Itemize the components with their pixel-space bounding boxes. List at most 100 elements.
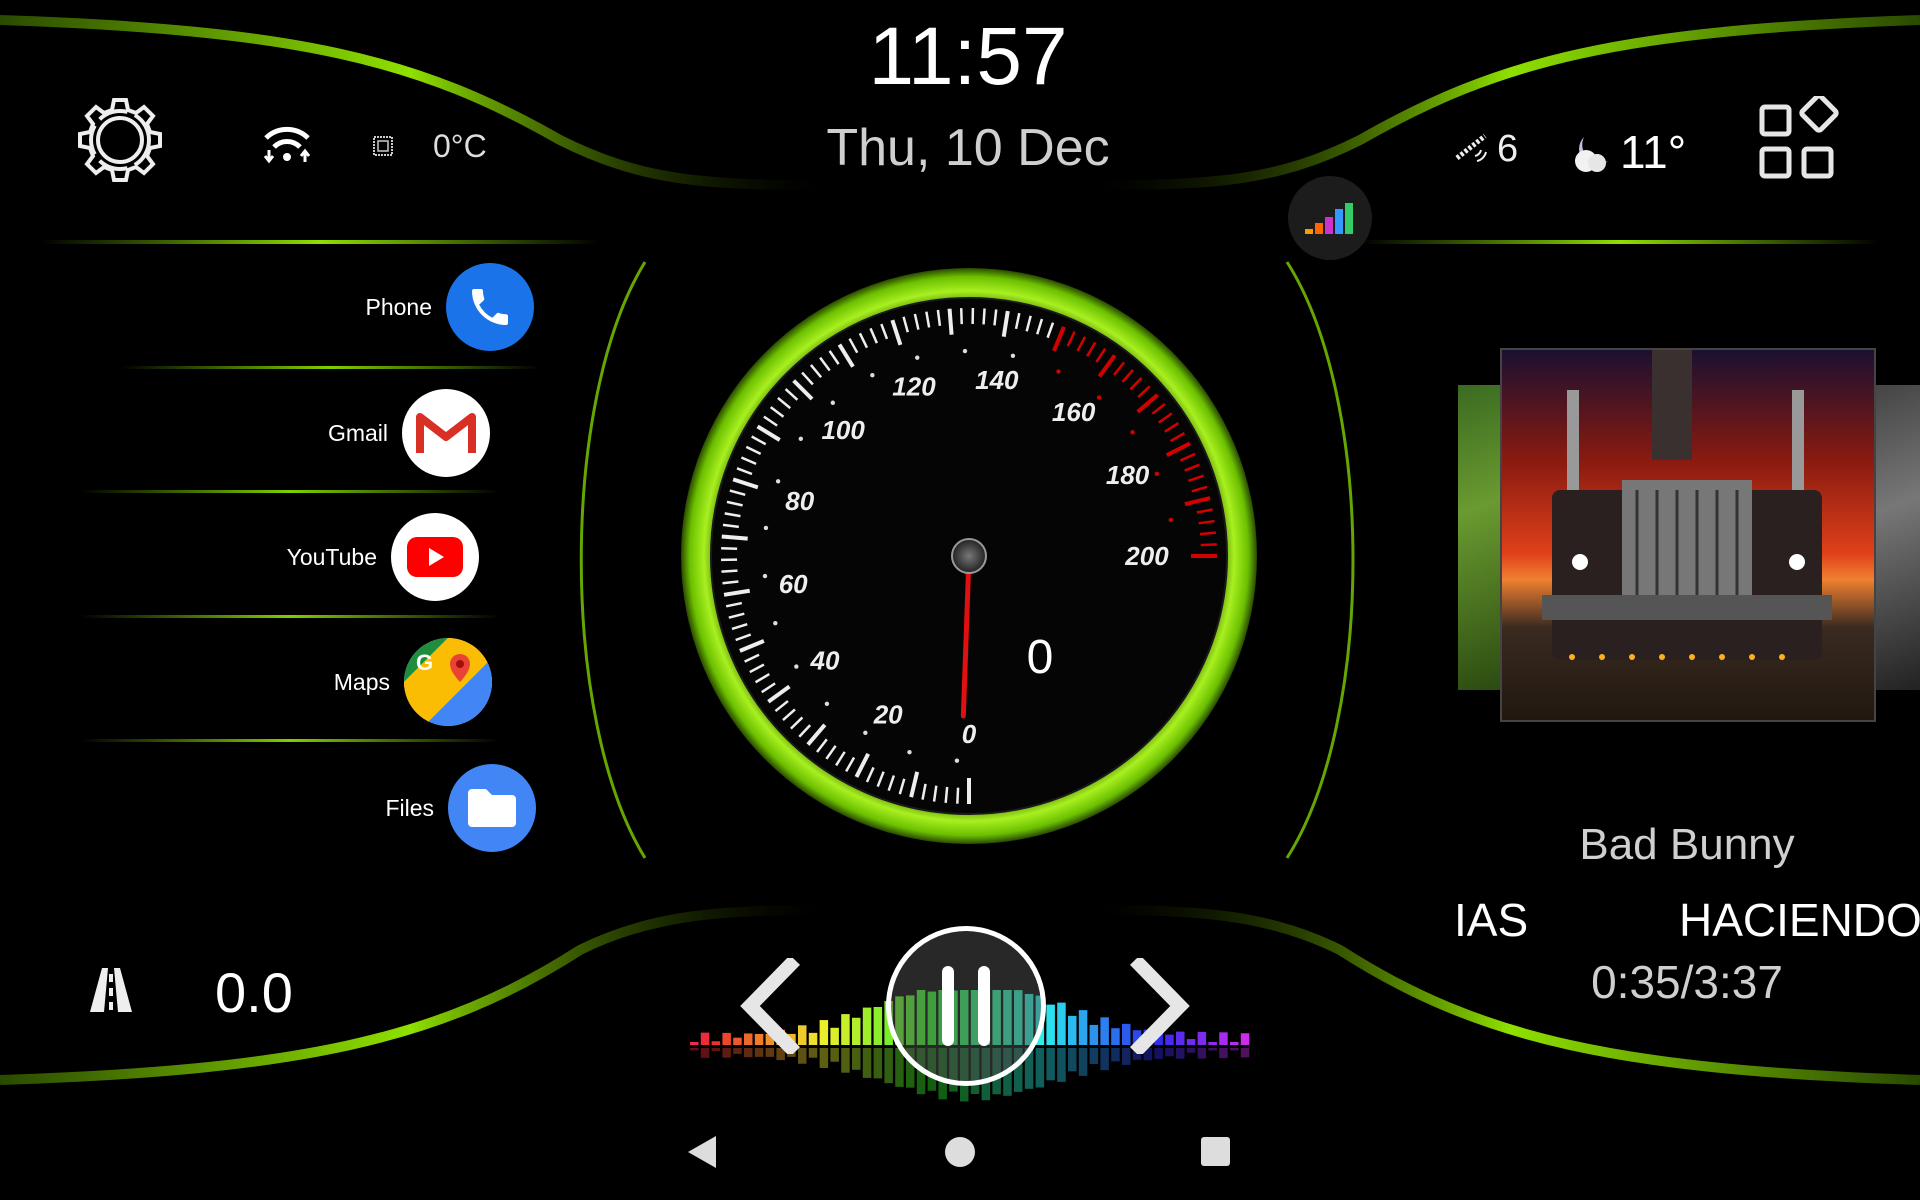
app-shortcut-files[interactable]: Files [234,764,536,852]
speedometer: 0 20 40 60 80 100 120 140 160 180 200 [681,268,1257,844]
gauge-tick-label: 100 [821,415,865,445]
nav-recents-button[interactable] [1201,1137,1230,1166]
visualizer-bar [1240,1033,1250,1045]
gauge-tick-label: 80 [785,486,814,516]
cpu-chip-icon [370,133,396,164]
visualizer-bar [711,1041,721,1045]
gauge-dot [762,573,768,579]
gauge-dot [915,355,920,360]
equalizer-app-button[interactable] [1288,176,1372,260]
visualizer-reflection [1197,1048,1207,1059]
clock-date: Thu, 10 Dec [826,119,1110,177]
track-title-marquee: IAS HACIENDO [1450,885,1920,955]
back-triangle-icon [688,1136,716,1168]
app-shortcut-maps[interactable]: Maps G [190,638,492,726]
visualizer-reflection [1100,1048,1109,1071]
next-track-button[interactable] [1129,955,1190,1059]
visualizer-bar [1078,1010,1088,1045]
gauge-dot [1130,430,1135,435]
divider [80,739,500,742]
visualizer-reflection [1111,1048,1120,1062]
visualizer-reflection [852,1048,861,1070]
album-art[interactable] [1500,348,1876,722]
gmail-icon [402,389,490,477]
gauge-tick-label: 160 [1052,397,1096,427]
visualizer-bar [1068,1015,1077,1045]
app-label: YouTube [286,543,377,570]
track-title-part: IAS [1454,894,1529,946]
chevron-right-icon [1129,955,1190,1057]
gauge-dot [773,620,778,626]
phone-icon [446,263,534,351]
visualizer-bar [690,1042,699,1045]
gauge-tick [1199,531,1217,536]
speed-readout: 0 [1026,631,1054,684]
visualizer-bar [722,1032,731,1045]
visualizer-bar [1230,1042,1239,1045]
gauge-dot [863,730,868,736]
gauge-dot [775,479,781,484]
nav-back-button[interactable] [686,1134,718,1175]
visualizer-bar [1089,1024,1099,1045]
previous-track-button[interactable] [740,955,801,1059]
album-art-next[interactable] [1872,385,1920,690]
gps-satellite-icon [1455,132,1491,173]
gauge-tick-label: 60 [779,569,808,599]
app-shortcut-youtube[interactable]: YouTube [177,513,479,601]
visualizer-reflection [1208,1048,1217,1051]
visualizer-reflection [808,1048,818,1058]
trip-distance: 0.0 [215,961,293,1024]
gauge-tick [982,308,986,325]
track-artist: Bad Bunny [1579,820,1795,869]
visualizer-reflection [884,1048,893,1084]
visualizer-reflection [819,1048,829,1068]
visualizer-reflection [1089,1048,1099,1065]
settings-gear-icon[interactable] [74,94,166,186]
visualizer-reflection [700,1048,710,1058]
divider [120,366,540,369]
visualizer-reflection [841,1048,850,1073]
visualizer-bar [1057,1002,1066,1045]
app-shortcut-phone[interactable]: Phone [232,263,534,351]
equalizer-icon [1305,203,1353,234]
gauge-tick [959,308,963,325]
app-label: Gmail [327,419,388,446]
visualizer-bar [1208,1042,1217,1045]
play-pause-button[interactable] [886,926,1046,1086]
app-shortcut-gmail[interactable]: Gmail [188,389,490,477]
chevron-left-icon [740,955,801,1057]
gauge-dot [870,373,875,378]
gauge-tick [947,308,954,335]
visualizer-bar [830,1027,839,1045]
gauge-dot [1010,353,1016,358]
gauge-dot [962,348,968,354]
gauge-hub [951,538,987,574]
nav-home-button[interactable] [945,1137,975,1167]
gauge-dot [1168,517,1174,523]
files-folder-icon [448,764,536,852]
visualizer-reflection [830,1048,839,1062]
gauge-tick [721,546,738,550]
album-art-truck-image [1542,350,1832,660]
wifi-icon [262,122,312,169]
visualizer-reflection [711,1048,721,1052]
app-label: Files [385,794,434,821]
visualizer-bar [808,1032,818,1045]
weather-temperature: 11° [1620,126,1687,178]
cpu-temperature: 0°C [433,128,487,164]
app-drawer-grid-icon[interactable] [1758,93,1846,189]
visualizer-reflection [1035,1048,1045,1088]
gauge-tick [722,580,739,585]
gauge-tick-label: 120 [892,372,936,402]
gauge-tick-label: 20 [873,700,903,730]
visualizer-bar [1100,1017,1109,1045]
visualizer-reflection [1230,1048,1239,1051]
visualizer-reflection [722,1048,731,1058]
gauge-dot [907,749,912,755]
clock-time: 11:57 [868,11,1068,102]
gauge-tick [721,534,748,541]
gauge-tick-label: 0 [962,719,977,749]
visualizer-bar [819,1020,829,1045]
gauge-dot [954,758,960,763]
visualizer-bar [862,1007,872,1045]
